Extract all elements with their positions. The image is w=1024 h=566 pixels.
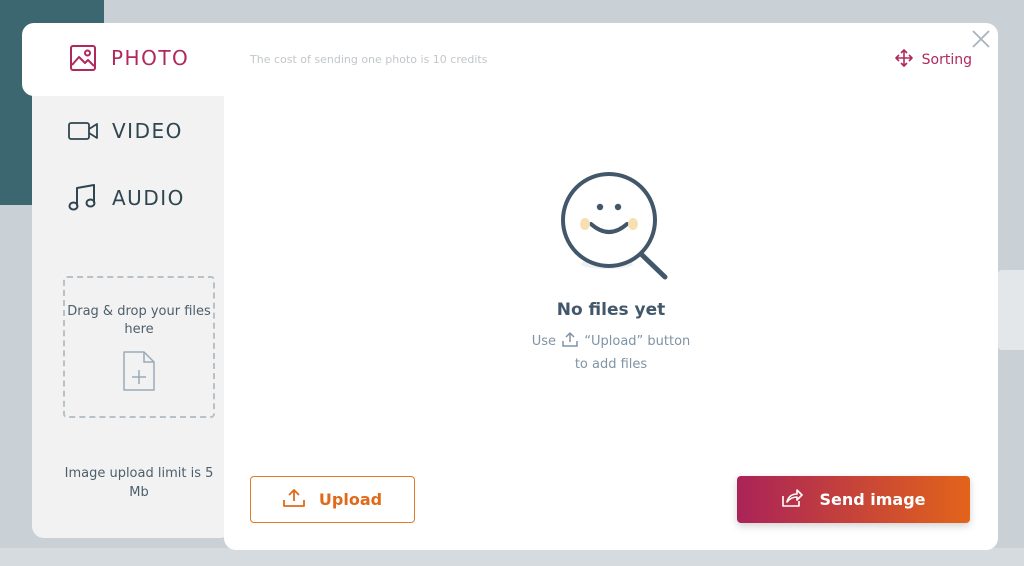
send-image-label: Send image [819,490,926,509]
empty-state-hint: Use “Upload” button to add files [224,331,998,375]
tab-photo[interactable]: PHOTO [69,44,189,72]
hint-line2: to add files [574,357,648,372]
upload-limit-text: Image upload limit is 5 Mb [64,466,214,500]
empty-state-title: No files yet [556,300,666,320]
media-upload-modal: Drag & drop your files here Image upload… [22,23,998,550]
main-panel: The cost of sending one photo is 10 cred… [224,23,998,550]
tab-video-label: VIDEO [112,119,183,143]
hint-before: Use [531,334,556,349]
dropzone-text: Drag & drop your files here [67,304,211,337]
sorting-label: Sorting [921,52,972,68]
smiley-magnifier-icon [557,170,672,286]
upload-hint-icon [562,331,578,355]
move-arrows-icon [894,49,922,71]
share-icon [781,488,819,512]
cost-info-text: The cost of sending one photo is 10 cred… [250,53,488,66]
upload-button[interactable]: Upload [250,476,415,523]
sorting-button[interactable]: Sorting [894,49,972,71]
media-type-sidebar: Drag & drop your files here Image upload… [32,23,232,538]
tab-audio[interactable]: AUDIO [68,184,185,212]
hint-after: “Upload” button [584,334,691,349]
drag-drop-zone[interactable]: Drag & drop your files here [63,276,215,418]
tab-video[interactable]: VIDEO [68,119,183,143]
file-add-icon [121,350,157,396]
tab-photo-label: PHOTO [111,46,190,70]
close-icon[interactable] [970,28,992,54]
image-icon [69,44,97,72]
tab-audio-label: AUDIO [112,186,185,210]
upload-label: Upload [318,490,383,509]
background-panel-right [998,270,1024,350]
music-note-icon [68,184,98,212]
video-camera-icon [68,121,98,141]
upload-tray-icon [283,488,319,512]
send-image-button[interactable]: Send image [737,476,970,523]
background-footer [0,548,1024,566]
